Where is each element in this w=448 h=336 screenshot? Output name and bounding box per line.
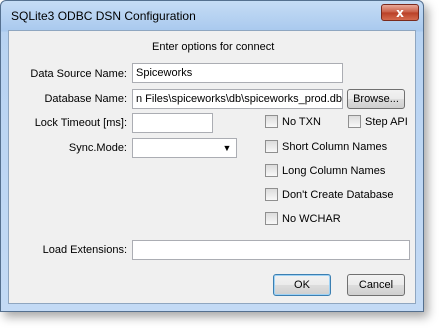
checkbox-box: [265, 164, 278, 177]
close-icon: x: [396, 5, 404, 20]
no-txn-label: No TXN: [282, 115, 321, 128]
browse-button[interactable]: Browse...: [347, 89, 405, 109]
sync-mode-label: Sync.Mode:: [68, 142, 127, 154]
no-txn-checkbox[interactable]: No TXN: [265, 115, 321, 128]
dont-create-database-checkbox[interactable]: Don't Create Database: [265, 188, 394, 201]
checkbox-box: [265, 115, 278, 128]
load-extensions-label: Load Extensions:: [42, 244, 127, 256]
short-column-names-label: Short Column Names: [282, 140, 388, 153]
checkbox-box: [265, 188, 278, 201]
step-api-label: Step API: [365, 115, 408, 128]
database-input[interactable]: n Files\spiceworks\db\spiceworks_prod.db: [132, 89, 343, 109]
no-wchar-label: No WCHAR: [282, 212, 341, 225]
checkbox-box: [265, 212, 278, 225]
long-column-names-checkbox[interactable]: Long Column Names: [265, 164, 385, 177]
checkbox-box: [348, 115, 361, 128]
dont-create-database-label: Don't Create Database: [282, 188, 394, 201]
sync-mode-select[interactable]: ▼: [132, 138, 237, 158]
cancel-button[interactable]: Cancel: [347, 274, 405, 296]
close-button[interactable]: x: [381, 4, 419, 21]
checkbox-box: [265, 140, 278, 153]
lock-timeout-label: Lock Timeout [ms]:: [34, 117, 127, 129]
no-wchar-checkbox[interactable]: No WCHAR: [265, 212, 341, 225]
dsn-config-dialog: SQLite3 ODBC DSN Configuration x Enter o…: [0, 0, 424, 312]
window-title: SQLite3 ODBC DSN Configuration: [11, 9, 196, 23]
instruction-text: Enter options for connect: [152, 41, 275, 53]
dsn-label: Data Source Name:: [30, 68, 127, 80]
dsn-input[interactable]: Spiceworks: [132, 63, 343, 83]
lock-timeout-input[interactable]: [132, 113, 213, 133]
ok-button[interactable]: OK: [273, 274, 331, 296]
dialog-body: Enter options for connect Data Source Na…: [8, 30, 416, 304]
long-column-names-label: Long Column Names: [282, 164, 386, 177]
load-extensions-input[interactable]: [132, 240, 410, 260]
short-column-names-checkbox[interactable]: Short Column Names: [265, 140, 387, 153]
database-label: Database Name:: [44, 93, 127, 105]
step-api-checkbox[interactable]: Step API: [348, 115, 408, 128]
chevron-down-icon: ▼: [222, 143, 232, 153]
title-bar[interactable]: SQLite3 ODBC DSN Configuration x: [1, 1, 423, 29]
